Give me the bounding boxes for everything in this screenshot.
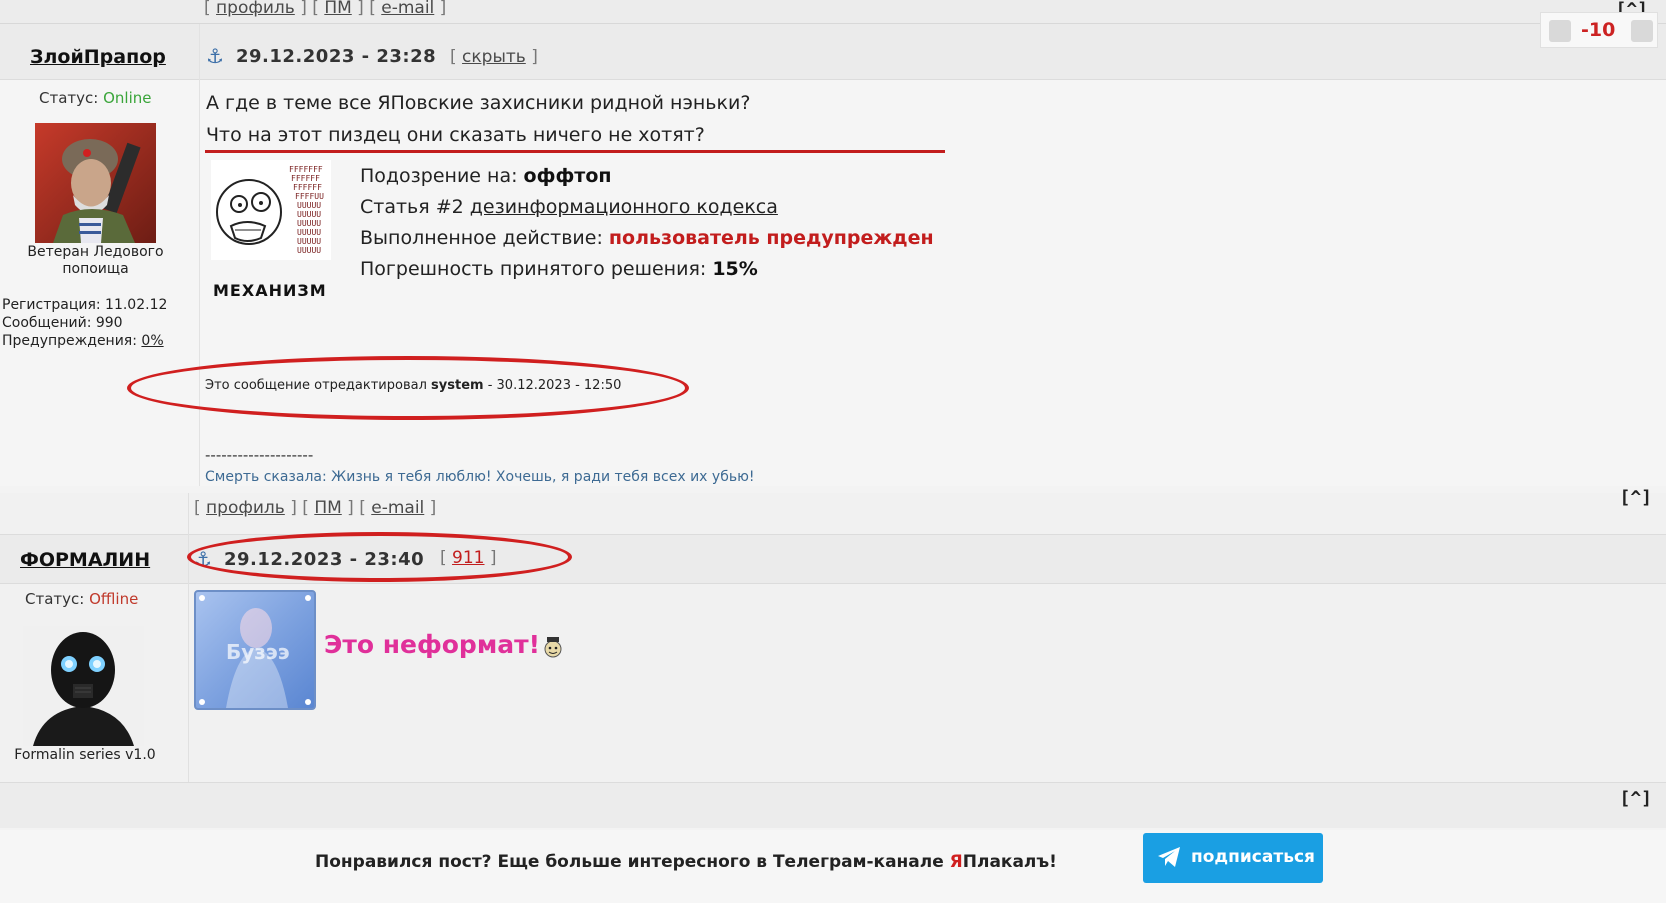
signature-text: Смерть сказала: Жизнь я тебя люблю! Хоче… — [205, 469, 755, 485]
promo-text: Понравился пост? Еще больше интересного … — [315, 852, 1057, 872]
subscribe-label: подписаться — [1191, 847, 1315, 867]
svg-text:FFFFFF: FFFFFF — [291, 174, 320, 183]
thumbs-down-icon[interactable] — [1549, 20, 1571, 42]
svg-text:UUUUU: UUUUU — [297, 210, 321, 219]
online-status: Online — [103, 89, 152, 107]
scroll-top-button[interactable]: [^] — [1619, 487, 1652, 508]
smiley-icon — [544, 637, 562, 658]
post-footer — [0, 782, 1666, 828]
pm-link[interactable]: ПМ — [314, 498, 341, 518]
subscribe-button[interactable]: подписаться — [1143, 833, 1323, 883]
svg-text:UUUUU: UUUUU — [297, 228, 321, 237]
svg-text:UUUUU: UUUUU — [297, 219, 321, 228]
avatar — [35, 123, 156, 243]
scroll-top-button[interactable]: [^] — [1619, 788, 1652, 809]
top-links-strip: [ профиль ] [ ПМ ] [ e-mail ] [^] — [0, 0, 1666, 24]
mechanism-label: МЕХАНИЗМ — [213, 281, 327, 300]
avatar — [23, 626, 144, 746]
article-link[interactable]: дезинформационного кодекса — [470, 196, 778, 218]
rating-box: -10 — [1540, 12, 1658, 48]
image-watermark: Бузээ — [226, 640, 290, 664]
signature-separator: -------------------- — [205, 446, 314, 464]
profile-link[interactable]: профиль — [216, 0, 295, 18]
author-status: Статус: Online — [39, 89, 152, 107]
anchor-icon[interactable]: ⚓ — [206, 44, 224, 68]
hide-control: [ скрыть ] — [450, 47, 538, 67]
avatar-caption: Formalin series v1.0 — [14, 747, 156, 763]
rage-face-image: FFFFFFF FFFFFF FFFFFF FFFFUU UUUUU UUUUU… — [211, 160, 331, 260]
pm-link[interactable]: ПМ — [324, 0, 351, 18]
error-line: Погрешность принятого решения: 15% — [360, 258, 758, 280]
author-stats: Регистрация: 11.02.12 Сообщений: 990 Пре… — [2, 296, 167, 350]
red-separator — [205, 150, 945, 153]
warnings-link[interactable]: 0% — [141, 333, 163, 349]
robot-avatar-icon — [23, 626, 144, 746]
post-text-line-1: А где в теме все ЯПовские захисники ридн… — [206, 92, 751, 114]
message-count: Сообщений: 990 — [2, 315, 123, 331]
red-highlight-oval — [187, 532, 572, 582]
action-line: Выполненное действие: пользователь преду… — [360, 227, 934, 249]
warnings: Предупреждения: 0% — [2, 333, 164, 349]
avatar-caption: Ветеран Ледового попоища — [27, 244, 164, 277]
red-highlight-oval — [127, 356, 689, 420]
action-value: пользователь предупрежден — [608, 227, 934, 249]
post-text: Это неформат! — [324, 630, 541, 659]
svg-text:UUUUU: UUUUU — [297, 237, 321, 246]
thumbs-up-icon[interactable] — [1631, 20, 1653, 42]
author-name[interactable]: ФОРМАЛИН — [20, 549, 150, 571]
offline-status: Offline — [89, 590, 139, 608]
article-line: Статья #2 дезинформационного кодекса — [360, 196, 778, 218]
suspicion-line: Подозрение на: оффтоп — [360, 165, 612, 187]
post-links: [ профиль ] [ ПМ ] [ e-mail ] — [204, 0, 447, 18]
post-links: [ профиль ] [ ПМ ] [ e-mail ] — [194, 498, 437, 518]
registration-date: Регистрация: 11.02.12 — [2, 297, 168, 313]
rating-value: -10 — [1581, 19, 1616, 41]
svg-text:FFFFFFF: FFFFFFF — [289, 165, 323, 174]
profile-link[interactable]: профиль — [206, 498, 285, 518]
svg-text:FFFFFF: FFFFFF — [293, 183, 322, 192]
email-link[interactable]: e-mail — [381, 0, 434, 18]
author-name[interactable]: ЗлойПрапор — [30, 46, 166, 68]
rage-face-icon: FFFFFFF FFFFFF FFFFFF FFFFUU UUUUU UUUUU… — [211, 160, 331, 260]
svg-text:UUUUU: UUUUU — [297, 201, 321, 210]
post-text-line-2: Что на этот пиздец они сказать ничего не… — [206, 124, 705, 146]
author-status: Статус: Offline — [25, 590, 139, 608]
telegram-plane-icon — [1158, 847, 1180, 867]
svg-text:UUUUU: UUUUU — [297, 246, 321, 255]
soldier-avatar-icon — [35, 123, 156, 243]
svg-text:FFFFUU: FFFFUU — [295, 192, 324, 201]
post-date: 29.12.2023 - 23:28 — [236, 46, 437, 67]
post-image[interactable]: Бузээ — [194, 590, 316, 710]
hide-link[interactable]: скрыть — [462, 47, 526, 67]
email-link[interactable]: e-mail — [371, 498, 424, 518]
